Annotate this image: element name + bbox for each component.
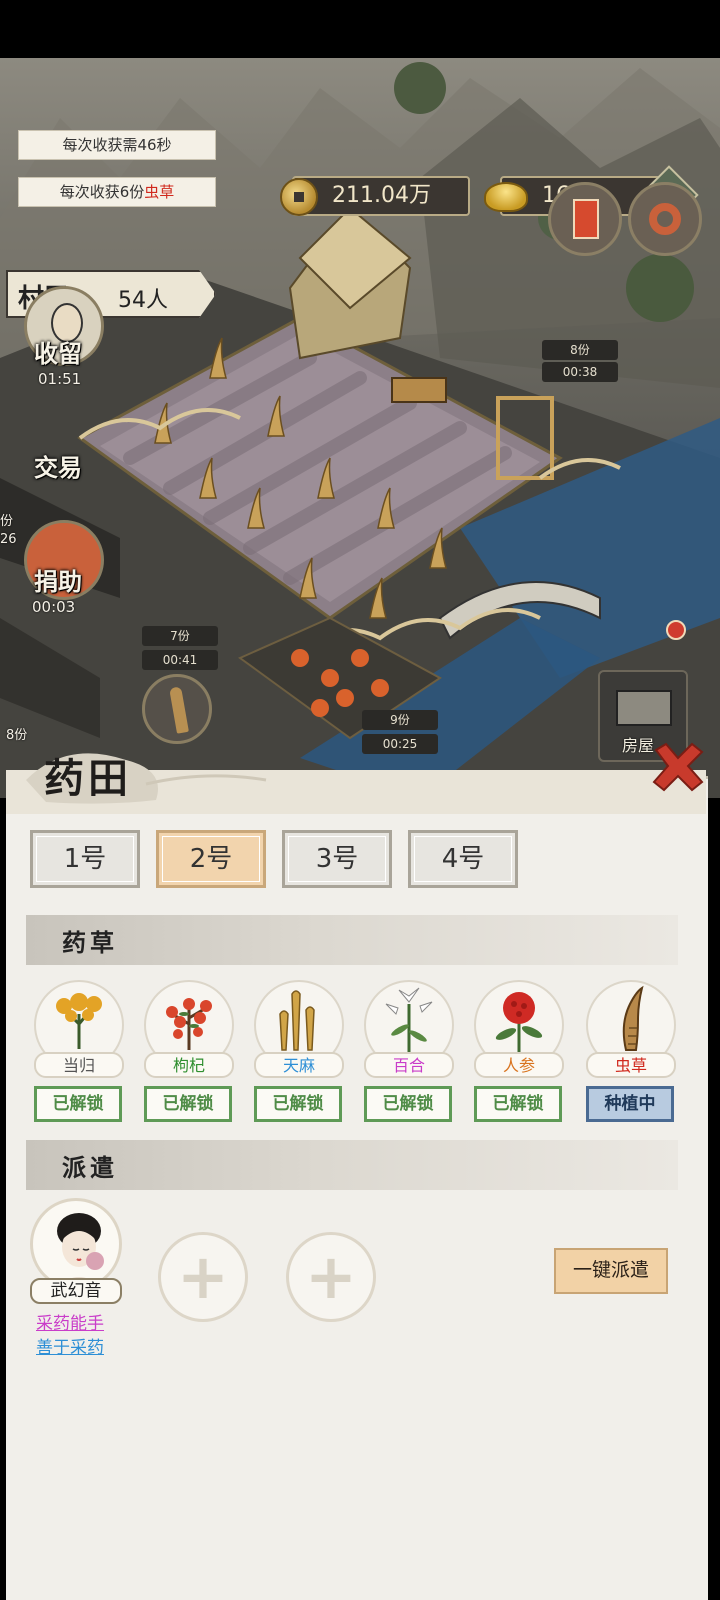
herb-status-button[interactable]: 已解锁 [474, 1086, 562, 1122]
donate-button[interactable]: 捐助 [34, 562, 82, 597]
worker-trait-primary[interactable]: 采药能手 [36, 1309, 104, 1334]
gold-ingot-icon [484, 182, 528, 212]
herb-status-button[interactable]: 已解锁 [144, 1086, 232, 1122]
close-icon[interactable] [650, 740, 706, 796]
status-bar [0, 0, 720, 58]
avatar [30, 1198, 122, 1290]
trade-button[interactable]: 交易 [34, 448, 82, 483]
house-icon [616, 690, 672, 726]
lily-icon [385, 987, 433, 1052]
harvest-amount-text: 每次收获6份 [59, 183, 145, 201]
worker-name: 武幻音 [30, 1278, 122, 1304]
herb-name: 天麻 [254, 1052, 344, 1078]
herb-name: 虫草 [586, 1052, 676, 1078]
herbs-section-title: 药草 [62, 928, 118, 957]
herb-name: 当归 [34, 1052, 124, 1078]
panel-header: 药田 [6, 740, 708, 814]
tab-field-3[interactable]: 3号 [282, 830, 392, 888]
herb-status-button[interactable]: 已解锁 [254, 1086, 342, 1122]
field-timer-tag: 00:41 [142, 650, 218, 670]
scroll-quest-icon[interactable] [548, 182, 622, 256]
cordyceps-icon [622, 985, 644, 1051]
notification-dot [666, 620, 686, 640]
tab-field-1[interactable]: 1号 [30, 830, 140, 888]
tab-field-4[interactable]: 4号 [408, 830, 518, 888]
herbs-section-header: 药草 [26, 915, 678, 965]
auto-dispatch-button[interactable]: 一键派遣 [554, 1248, 668, 1294]
dispatch-section-header: 派遣 [26, 1140, 678, 1190]
herb-status-button[interactable]: 已解锁 [364, 1086, 452, 1122]
copper-value: 211.04万 [332, 183, 431, 208]
panel-title: 药田 [44, 755, 132, 802]
copper-coin-icon [280, 178, 318, 216]
plus-icon: + [177, 1240, 229, 1313]
villager-value: 54人 [118, 288, 168, 313]
field-yield-tag: 9份 [362, 710, 438, 730]
game-map[interactable]: 每次收获需46秒 每次收获6份虫草 211.04万 16 + 村民 54人 收留… [0, 58, 720, 798]
harvest-amount-info: 每次收获6份虫草 [18, 177, 216, 207]
copper-counter[interactable]: 211.04万 [280, 176, 470, 216]
edge-tag-amount: 份 [0, 514, 14, 529]
shelter-timer: 01:51 [38, 370, 82, 388]
plus-icon: + [305, 1240, 357, 1313]
tab-field-2[interactable]: 2号 [156, 830, 266, 888]
field-yield-tag: 7份 [142, 626, 218, 646]
harvest-time-text: 每次收获需46秒 [62, 136, 172, 154]
goji-icon [166, 998, 212, 1050]
herb-name: 人参 [474, 1052, 564, 1078]
angelica-icon [56, 993, 102, 1049]
settings-gear-icon[interactable] [628, 182, 702, 256]
shelter-button[interactable]: 收留 [34, 334, 82, 369]
cordyceps-harvest-icon[interactable] [142, 674, 212, 744]
add-worker-slot[interactable]: + [158, 1232, 248, 1322]
field-timer-tag: 00:38 [542, 362, 618, 382]
donate-timer: 00:03 [32, 598, 76, 616]
add-worker-slot[interactable]: + [286, 1232, 376, 1322]
worker-trait-secondary[interactable]: 善于采药 [36, 1333, 104, 1358]
herb-name: 枸杞 [144, 1052, 234, 1078]
harvest-herb-name: 虫草 [144, 183, 175, 201]
edge-tag-timer: 26 [0, 532, 17, 547]
gastrodia-icon [279, 990, 315, 1051]
herb-status-button[interactable]: 种植中 [586, 1086, 674, 1122]
harvest-time-info: 每次收获需46秒 [18, 130, 216, 160]
field-yield-tag: 8份 [542, 340, 618, 360]
dispatch-section-title: 派遣 [62, 1153, 118, 1182]
herb-name: 百合 [364, 1052, 454, 1078]
herb-status-button[interactable]: 已解锁 [34, 1086, 122, 1122]
ginseng-icon [495, 992, 543, 1052]
